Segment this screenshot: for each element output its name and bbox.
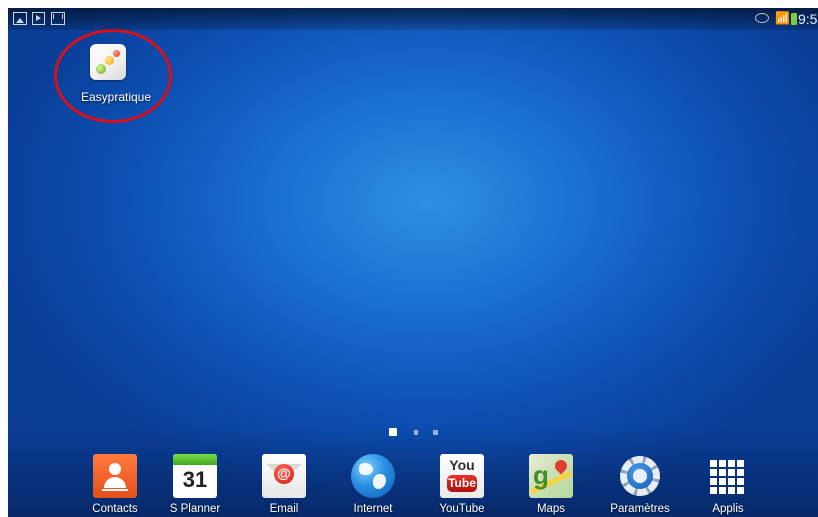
globe-icon: [351, 454, 395, 498]
highlight-circle: [54, 29, 172, 123]
dock-label: Email: [269, 503, 299, 515]
video-icon: [32, 12, 45, 25]
email-icon: @: [262, 454, 306, 498]
dock-label: Paramètres: [610, 503, 670, 515]
dock-app-parametres[interactable]: Paramètres: [600, 454, 680, 517]
dock-app-youtube[interactable]: You Tube YouTube: [422, 454, 502, 517]
dock: Contacts 31 S Planner @ Email Internet Y…: [8, 454, 818, 517]
youtube-logo-top: You: [449, 457, 475, 473]
email-notification-icon: [51, 12, 65, 25]
page-indicator[interactable]: [389, 427, 449, 437]
dock-label: Contacts: [92, 503, 138, 515]
calendar-date: 31: [182, 467, 208, 492]
dock-label: Internet: [353, 503, 393, 515]
home-page-icon[interactable]: [413, 429, 419, 435]
home-screen: 📶 9:57 Easypratique Contacts 31 S: [8, 8, 818, 517]
gallery-icon: [13, 12, 27, 25]
calendar-icon: 31: [173, 454, 217, 498]
page-dot[interactable]: [433, 430, 438, 435]
dock-app-maps[interactable]: g Maps: [511, 454, 591, 517]
contacts-icon: [93, 454, 137, 498]
dock-app-applis[interactable]: Applis: [688, 454, 768, 517]
gear-icon: [618, 454, 662, 498]
status-bar[interactable]: 📶 9:57: [8, 8, 818, 30]
dock-label: Maps: [536, 503, 566, 515]
dock-label: YouTube: [439, 503, 485, 515]
apps-grid-icon: [706, 454, 750, 498]
eye-icon: [755, 13, 769, 23]
battery-icon: [791, 13, 797, 25]
dock-app-internet[interactable]: Internet: [333, 454, 413, 517]
dock-app-email[interactable]: @ Email: [244, 454, 324, 517]
dock-app-splanner[interactable]: 31 S Planner: [155, 454, 235, 517]
youtube-logo-bottom: Tube: [447, 475, 477, 492]
dock-label: S Planner: [169, 503, 221, 515]
wifi-icon: 📶: [775, 11, 790, 25]
dock-app-contacts[interactable]: Contacts: [75, 454, 155, 517]
maps-icon: g: [529, 454, 573, 498]
dock-label: Applis: [712, 503, 744, 515]
clock: 9:57: [798, 11, 818, 27]
page-dot-current[interactable]: [389, 428, 397, 436]
youtube-icon: You Tube: [440, 454, 484, 498]
